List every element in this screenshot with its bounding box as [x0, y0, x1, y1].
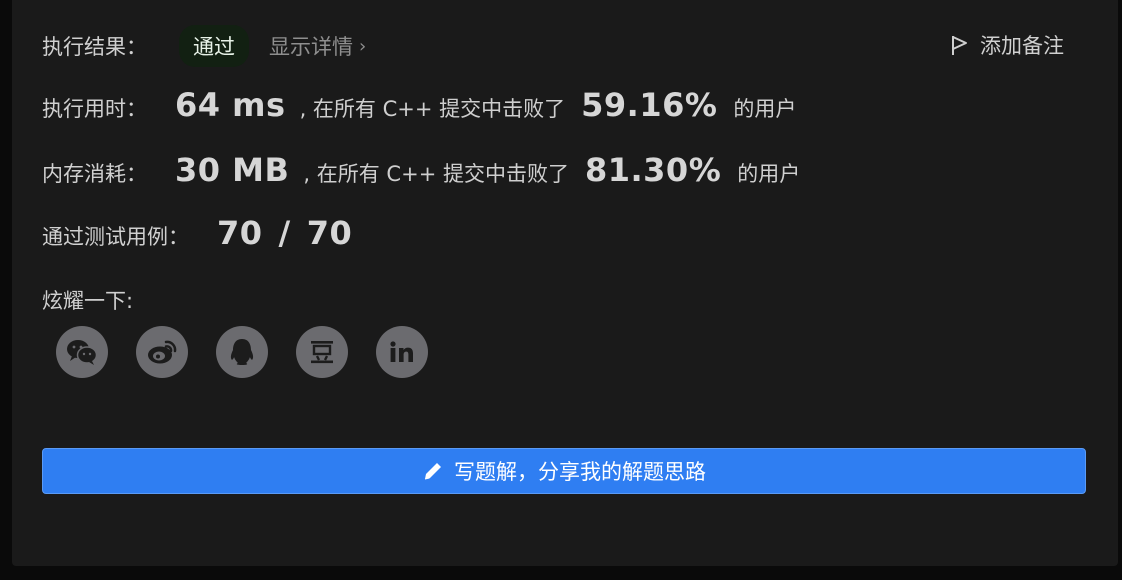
runtime-value: 64 ms — [175, 86, 286, 124]
show-details-label: 显示详情 — [269, 35, 353, 59]
testcases-separator: / — [278, 214, 291, 252]
show-details-link[interactable]: 显示详情 › — [269, 31, 366, 61]
memory-percent: 81.30% — [584, 151, 722, 189]
testcases-label: 通过测试用例： — [42, 225, 189, 249]
result-label: 执行结果： — [42, 35, 147, 59]
memory-beat-text: , 在所有 C++ 提交中击败了 — [303, 162, 569, 186]
runtime-row: 执行用时： 64 ms , 在所有 C++ 提交中击败了 59.16% 的用户 — [42, 86, 796, 124]
share-label: 炫耀一下: — [42, 289, 134, 313]
testcases-total: 70 — [306, 214, 353, 252]
wechat-icon[interactable] — [56, 326, 108, 378]
memory-suffix: 的用户 — [737, 162, 801, 186]
flag-icon — [952, 36, 967, 55]
qq-icon[interactable] — [216, 326, 268, 378]
testcases-passed: 70 — [217, 214, 263, 252]
pencil-icon — [424, 463, 441, 480]
douban-icon[interactable] — [296, 326, 348, 378]
status-badge: 通过 — [179, 25, 249, 67]
weibo-icon[interactable] — [136, 326, 188, 378]
linkedin-icon[interactable] — [376, 326, 428, 378]
add-note-button[interactable]: 添加备注 — [950, 30, 1064, 60]
result-row: 执行结果： 通过 显示详情 › — [42, 24, 366, 68]
add-note-label: 添加备注 — [980, 34, 1064, 58]
chevron-right-icon: › — [359, 35, 367, 57]
memory-row: 内存消耗： 30 MB , 在所有 C++ 提交中击败了 81.30% 的用户 — [42, 151, 800, 189]
write-solution-label: 写题解，分享我的解题思路 — [454, 460, 706, 484]
runtime-label: 执行用时： — [42, 97, 147, 121]
submission-result-panel: 执行结果： 通过 显示详情 › 添加备注 执行用时： 64 ms , 在所有 C… — [12, 0, 1118, 566]
runtime-beat-text: , 在所有 C++ 提交中击败了 — [299, 97, 566, 121]
runtime-percent: 59.16% — [581, 86, 718, 124]
write-solution-button[interactable]: 写题解，分享我的解题思路 — [42, 448, 1086, 494]
testcases-row: 通过测试用例： 70 / 70 — [42, 214, 352, 252]
memory-label: 内存消耗： — [42, 162, 147, 186]
memory-value: 30 MB — [175, 151, 290, 189]
share-icons — [56, 326, 428, 378]
runtime-suffix: 的用户 — [733, 97, 797, 121]
